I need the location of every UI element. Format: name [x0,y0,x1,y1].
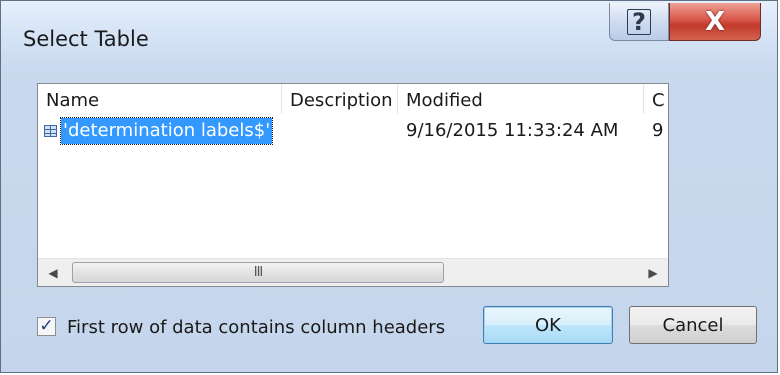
column-header-name[interactable]: Name [38,84,282,114]
select-table-dialog: Select Table ? X Name Description Modifi… [0,0,778,373]
ok-button[interactable]: OK [483,306,613,344]
help-icon: ? [627,8,651,35]
scroll-thumb[interactable]: III [72,262,444,283]
horizontal-scrollbar[interactable]: ◀ III ▶ [38,258,668,286]
column-header-description[interactable]: Description [282,84,398,114]
row-name-cell[interactable]: 'determination labels$' [59,117,274,145]
table-row[interactable]: 'determination labels$' 9/16/2015 11:33:… [38,117,668,145]
help-button[interactable]: ? [609,3,669,41]
dialog-title: Select Table [23,27,149,51]
title-bar[interactable]: Select Table ? X [1,1,777,71]
checkmark-icon: ✓ [39,316,54,336]
scroll-left-icon[interactable]: ◀ [38,259,68,286]
headers-checkbox-label[interactable]: First row of data contains column header… [67,317,445,338]
scroll-right-icon[interactable]: ▶ [638,259,668,286]
table-icon [44,125,57,137]
close-icon: X [704,6,726,37]
column-header-modified[interactable]: Modified [398,84,644,114]
row-c-cell: 9 [652,120,664,141]
column-header-row: Name Description Modified C [38,84,668,114]
headers-checkbox[interactable]: ✓ [37,317,56,336]
cancel-button[interactable]: Cancel [629,306,757,344]
row-description-cell [290,118,398,144]
close-button[interactable]: X [669,3,761,41]
table-list[interactable]: Name Description Modified C 'determinati… [37,83,669,287]
row-modified-cell: 9/16/2015 11:33:24 AM [406,120,619,141]
column-header-c[interactable]: C [644,84,668,114]
